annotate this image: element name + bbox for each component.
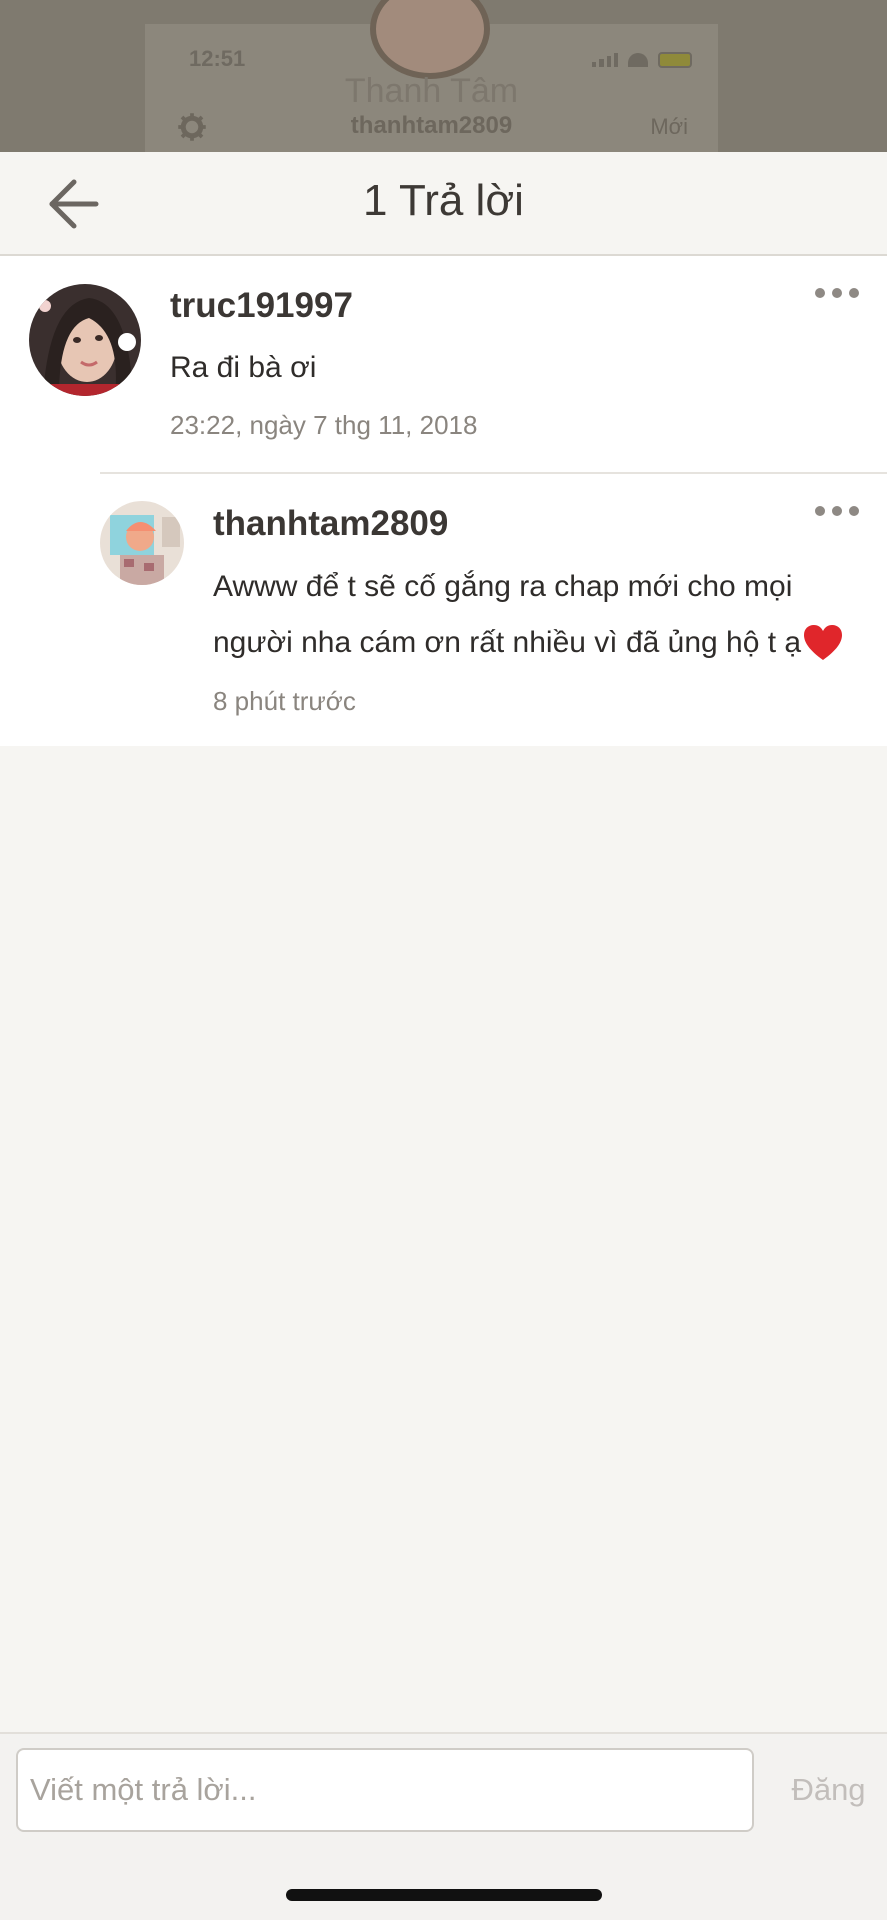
- background-new-label: Mới: [650, 114, 688, 139]
- home-indicator[interactable]: [286, 1889, 602, 1901]
- reply-username[interactable]: thanhtam2809: [213, 504, 448, 544]
- more-dots-icon: [815, 288, 825, 298]
- reply-input[interactable]: [16, 1748, 754, 1832]
- background-username: thanhtam2809: [350, 112, 513, 139]
- background-status-icons: [592, 52, 692, 68]
- background-phone-preview: 12:51 Thanh Tâm thanhtam2809 Mới: [145, 0, 718, 152]
- reply-timestamp: 8 phút trước: [213, 686, 356, 716]
- comment-divider: [100, 472, 887, 474]
- comment-thread: truc191997 Ra đi bà ơi 23:22, ngày 7 thg…: [0, 256, 887, 746]
- comment-text: Ra đi bà ơi: [170, 351, 317, 384]
- more-dots-icon: [815, 506, 825, 516]
- comment-username[interactable]: truc191997: [170, 286, 353, 326]
- more-options-button[interactable]: [812, 278, 862, 308]
- comment-timestamp: 23:22, ngày 7 thg 11, 2018: [170, 410, 478, 440]
- signal-icon: [592, 53, 618, 67]
- avatar[interactable]: [29, 284, 141, 396]
- post-button[interactable]: Đăng: [770, 1748, 887, 1832]
- background-avatar: [370, 0, 490, 79]
- background-display-name: Thanh Tâm: [344, 72, 519, 110]
- more-options-button[interactable]: [812, 496, 862, 526]
- reply-text-line-1: Awww để t sẽ cố gắng ra chap mới cho mọi: [213, 570, 793, 603]
- reply-text-line-2: người nha cám ơn rất nhiều vì đã ủng hộ …: [213, 626, 802, 659]
- avatar[interactable]: [100, 501, 184, 585]
- avatar-image-thanhtam2809: [100, 501, 184, 585]
- background-status-time: 12:51: [189, 46, 246, 71]
- avatar-image-truc191997: [29, 284, 141, 396]
- wifi-icon: [628, 53, 648, 67]
- battery-icon: [658, 52, 692, 68]
- page-title: 1 Trả lời: [363, 176, 524, 225]
- replies-header: 1 Trả lời: [0, 152, 887, 256]
- reply-text-line-2-row: người nha cám ơn rất nhiều vì đã ủng hộ …: [213, 615, 843, 671]
- background-profile-screen: 12:51 Thanh Tâm thanhtam2809 Mới: [0, 0, 887, 152]
- heart-icon: [804, 625, 843, 660]
